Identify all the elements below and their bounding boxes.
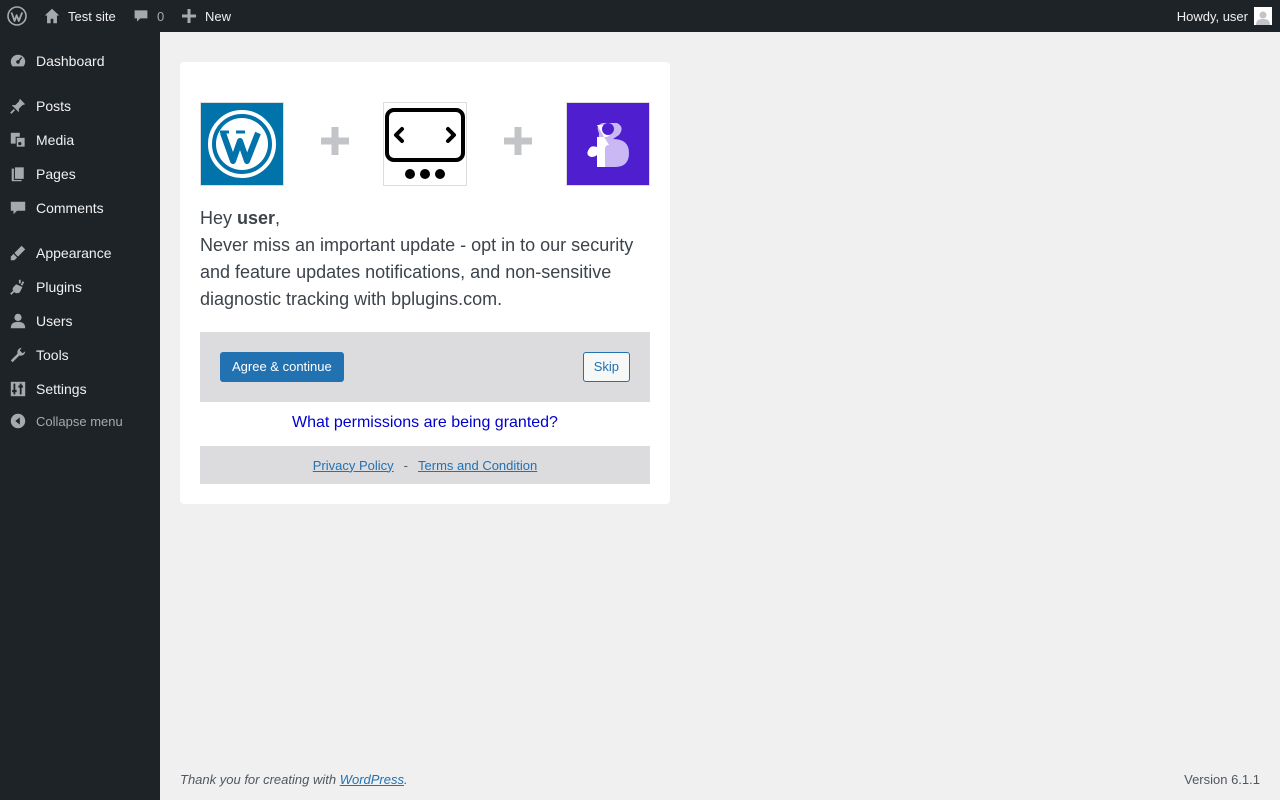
plus-icon	[504, 127, 532, 155]
collapse-menu-button[interactable]: Collapse menu	[0, 404, 160, 438]
embed-logo	[383, 102, 467, 186]
sidebar-item-label: Tools	[36, 347, 69, 363]
collapse-arrow-icon	[10, 413, 26, 429]
wordpress-w-icon	[201, 103, 283, 185]
optin-card: Hey user, Never miss an important update…	[180, 62, 670, 504]
wordpress-link[interactable]: WordPress	[340, 772, 404, 787]
sidebar-item-label: Plugins	[36, 279, 82, 295]
privacy-policy-link[interactable]: Privacy Policy	[313, 458, 394, 473]
howdy-text: Howdy, user	[1176, 8, 1248, 24]
comments-menu[interactable]: 0	[133, 0, 164, 32]
collapse-menu-label: Collapse menu	[36, 413, 123, 429]
user-icon	[10, 313, 26, 329]
plus-icon	[182, 9, 196, 23]
media-icon	[10, 132, 26, 148]
wordpress-logo-menu[interactable]	[7, 0, 27, 32]
user-avatar-icon	[1256, 11, 1270, 25]
optin-description: Never miss an important update - opt in …	[200, 235, 634, 309]
site-name-menu[interactable]: Test site	[43, 0, 116, 32]
bplugins-logo	[566, 102, 650, 186]
greeting-suffix: ,	[275, 208, 281, 228]
optin-footer-links: Privacy Policy - Terms and Condition	[200, 446, 650, 484]
agree-continue-button[interactable]: Agree & continue	[220, 352, 344, 382]
wordpress-logo-icon	[7, 6, 27, 26]
greeting-prefix: Hey	[200, 208, 238, 228]
sidebar-item-label: Users	[36, 313, 73, 329]
sidebar-item-media[interactable]: Media	[0, 123, 160, 157]
comments-count: 0	[157, 8, 165, 24]
sidebar-item-appearance[interactable]: Appearance	[0, 236, 160, 270]
pages-icon	[11, 166, 25, 182]
sidebar-item-pages[interactable]: Pages	[0, 157, 160, 191]
footer-thanks-suffix: .	[404, 772, 408, 787]
dashboard-icon	[10, 54, 26, 67]
settings-icon	[10, 381, 26, 397]
permissions-link[interactable]: What permissions are being granted?	[180, 414, 670, 432]
link-separator: -	[403, 457, 409, 473]
new-label: New	[205, 8, 232, 24]
new-content-menu[interactable]: New	[182, 0, 231, 32]
admin-sidebar: Dashboard Posts Media Pages Comments App…	[0, 32, 160, 800]
sidebar-item-users[interactable]: Users	[0, 304, 160, 338]
sidebar-item-tools[interactable]: Tools	[0, 338, 160, 372]
optin-message: Hey user, Never miss an important update…	[200, 205, 650, 313]
my-account-menu[interactable]: Howdy, user	[1177, 0, 1272, 32]
sidebar-item-settings[interactable]: Settings	[0, 372, 160, 406]
sidebar-item-posts[interactable]: Posts	[0, 89, 160, 123]
pin-icon	[10, 98, 26, 114]
comment-icon	[10, 201, 26, 215]
admin-bar: Test site 0 New Howdy, user	[0, 0, 1280, 32]
brush-icon	[10, 245, 26, 261]
sidebar-item-label: Settings	[36, 381, 87, 397]
sidebar-item-plugins[interactable]: Plugins	[0, 270, 160, 304]
embed-viewer-icon	[384, 103, 466, 185]
plus-icon	[321, 127, 349, 155]
sidebar-item-comments[interactable]: Comments	[0, 191, 160, 225]
greeting-username: user	[237, 208, 276, 228]
sidebar-item-label: Appearance	[36, 245, 112, 261]
site-name: Test site	[68, 8, 116, 24]
sidebar-item-label: Dashboard	[36, 53, 105, 69]
footer-version: Version 6.1.1	[1184, 772, 1260, 787]
home-icon	[44, 8, 60, 24]
terms-link[interactable]: Terms and Condition	[418, 458, 537, 473]
sidebar-item-label: Media	[36, 132, 75, 148]
plugin-icon	[10, 279, 25, 295]
sidebar-item-label: Pages	[36, 166, 76, 182]
sidebar-item-label: Comments	[36, 200, 104, 216]
wordpress-logo	[200, 102, 284, 186]
sidebar-item-label: Posts	[36, 98, 72, 114]
skip-button[interactable]: Skip	[582, 352, 630, 382]
sidebar-item-dashboard[interactable]: Dashboard	[0, 44, 160, 78]
wrench-icon	[10, 347, 26, 363]
puzzle-b-icon	[567, 103, 649, 185]
footer-thanks-prefix: Thank you for creating with	[180, 772, 340, 787]
avatar	[1254, 7, 1272, 25]
optin-actions: Agree & continue Skip	[200, 332, 650, 402]
footer-thanks: Thank you for creating with WordPress.	[180, 772, 408, 787]
comment-bubble-icon	[134, 10, 148, 22]
